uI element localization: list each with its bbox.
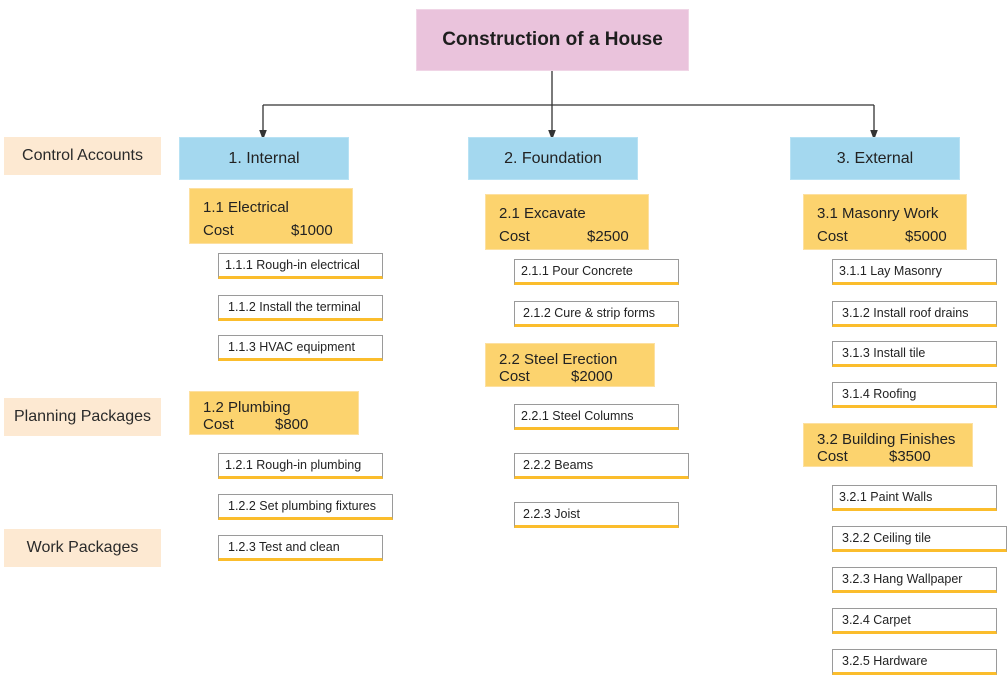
- legend-work-packages: Work Packages: [4, 529, 161, 567]
- control-account-foundation: 2. Foundation: [468, 137, 638, 180]
- cost-value: $2000: [571, 368, 613, 385]
- work-package: 3.2.5 Hardware: [832, 649, 997, 675]
- package-name: 2.1 Excavate: [499, 205, 586, 222]
- planning-package-excavate: 2.1 Excavate Cost $2500: [485, 194, 649, 250]
- work-package: 1.1.1 Rough-in electrical: [218, 253, 383, 279]
- work-package: 2.1.1 Pour Concrete: [514, 259, 679, 285]
- planning-package-masonry-work: 3.1 Masonry Work Cost $5000: [803, 194, 967, 250]
- planning-package-steel-erection: 2.2 Steel Erection Cost $2000: [485, 343, 655, 387]
- work-package: 2.2.3 Joist: [514, 502, 679, 528]
- work-package: 1.2.1 Rough-in plumbing: [218, 453, 383, 479]
- work-package: 1.1.3 HVAC equipment: [218, 335, 383, 361]
- work-package: 3.1.1 Lay Masonry: [832, 259, 997, 285]
- control-account-internal: 1. Internal: [179, 137, 349, 180]
- planning-package-building-finishes: 3.2 Building Finishes Cost $3500: [803, 423, 973, 467]
- work-package: 1.2.2 Set plumbing fixtures: [218, 494, 393, 520]
- cost-value: $800: [275, 416, 309, 433]
- cost-label: Cost: [203, 416, 234, 433]
- cost-value: $5000: [905, 228, 947, 245]
- cost-label: Cost: [817, 228, 848, 245]
- work-package: 3.1.4 Roofing: [832, 382, 997, 408]
- cost-value: $2500: [587, 228, 629, 245]
- work-package: 1.2.3 Test and clean: [218, 535, 383, 561]
- cost-label: Cost: [203, 222, 234, 239]
- package-name: 3.1 Masonry Work: [817, 205, 939, 222]
- work-package: 1.1.2 Install the terminal: [218, 295, 383, 321]
- root-node-title: Construction of a House: [416, 9, 689, 71]
- cost-value: $1000: [291, 222, 333, 239]
- planning-package-plumbing: 1.2 Plumbing Cost $800: [189, 391, 359, 435]
- work-package: 2.1.2 Cure & strip forms: [514, 301, 679, 327]
- cost-label: Cost: [817, 448, 848, 465]
- legend-control-accounts: Control Accounts: [4, 137, 161, 175]
- work-package: 3.2.2 Ceiling tile: [832, 526, 1007, 552]
- cost-label: Cost: [499, 368, 530, 385]
- planning-package-electrical: 1.1 Electrical Cost $1000: [189, 188, 353, 244]
- work-package: 3.1.2 Install roof drains: [832, 301, 997, 327]
- package-name: 1.1 Electrical: [203, 199, 289, 216]
- work-package: 3.2.4 Carpet: [832, 608, 997, 634]
- package-name: 2.2 Steel Erection: [499, 351, 618, 368]
- work-package: 3.2.1 Paint Walls: [832, 485, 997, 511]
- cost-value: $3500: [889, 448, 931, 465]
- work-package: 2.2.1 Steel Columns: [514, 404, 679, 430]
- work-package: 3.2.3 Hang Wallpaper: [832, 567, 997, 593]
- package-name: 3.2 Building Finishes: [817, 431, 956, 448]
- work-package: 2.2.2 Beams: [514, 453, 689, 479]
- work-package: 3.1.3 Install tile: [832, 341, 997, 367]
- control-account-external: 3. External: [790, 137, 960, 180]
- legend-planning-packages: Planning Packages: [4, 398, 161, 436]
- cost-label: Cost: [499, 228, 530, 245]
- package-name: 1.2 Plumbing: [203, 399, 291, 416]
